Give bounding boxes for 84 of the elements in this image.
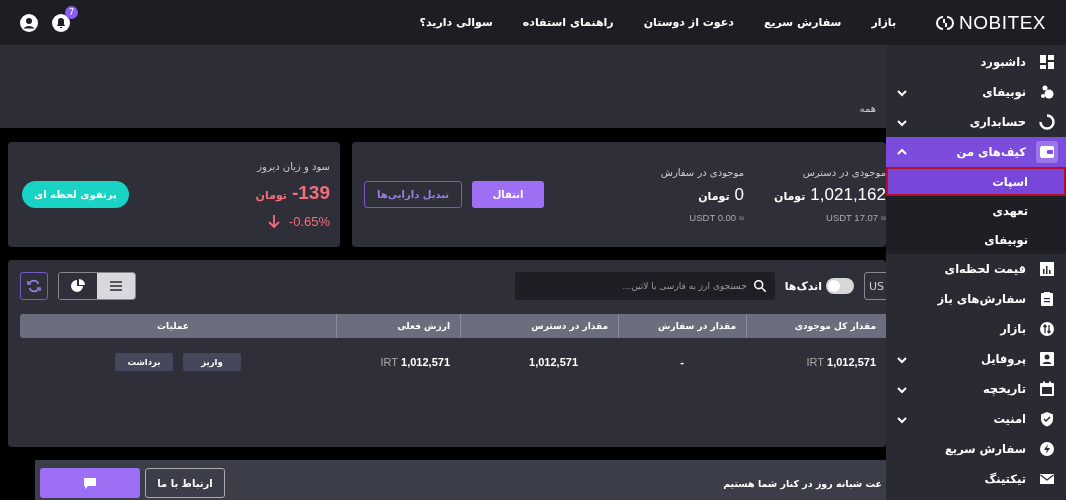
balance-label: موجودی در سفارش bbox=[660, 166, 744, 178]
sidebar-item[interactable]: بازار bbox=[886, 314, 1066, 344]
pnl-label: سود و زیان دیروز bbox=[255, 160, 330, 172]
exchange-icon bbox=[1039, 321, 1055, 337]
sidebar-item[interactable]: قیمت لحظه‌ای bbox=[886, 254, 1066, 284]
action-button[interactable]: برداشت bbox=[115, 353, 173, 371]
action-button[interactable]: واریز bbox=[183, 353, 241, 371]
column-header: مقدار کل موجودی bbox=[746, 314, 886, 338]
refresh-icon bbox=[26, 278, 42, 294]
pnl-percent: -0.65% bbox=[288, 213, 330, 229]
table-cell-text: IRT 1,012,571 bbox=[805, 356, 877, 368]
profile-icon bbox=[1039, 351, 1055, 367]
currency-unit: تومان bbox=[698, 189, 730, 203]
sidebar-item[interactable]: امنیت bbox=[886, 404, 1066, 434]
convert-button[interactable]: تبدیل دارایی‌ها bbox=[364, 181, 463, 208]
sidebar-item[interactable]: تیکتینگ bbox=[886, 464, 1066, 494]
sidebar-item[interactable]: داشبورد bbox=[886, 47, 1066, 77]
down-arrow-icon bbox=[266, 213, 281, 229]
sidebar-item[interactable]: کیف‌های من bbox=[886, 137, 1066, 167]
chat-button[interactable] bbox=[40, 468, 140, 498]
envelope-icon bbox=[1039, 471, 1055, 487]
dashboard-icon bbox=[1039, 54, 1055, 70]
chevron-down-icon bbox=[896, 354, 908, 364]
calendar-icon bbox=[1039, 381, 1055, 397]
sidebar-item[interactable]: حسابداری bbox=[886, 107, 1066, 137]
sidebar-item[interactable]: سفارش‌های باز bbox=[886, 284, 1066, 314]
search-field[interactable]: جستجوی ارز به فارسی یا لاتین... bbox=[514, 272, 775, 300]
balance-amount: 1,021,162 bbox=[810, 184, 886, 205]
sidebar-item[interactable]: نوبیفای bbox=[886, 77, 1066, 107]
currency-unit: تومان bbox=[774, 189, 806, 203]
nav-link[interactable]: راهنمای استفاده bbox=[522, 16, 614, 29]
bolt-icon bbox=[1039, 441, 1055, 457]
nav-link[interactable]: سفارش سریع bbox=[763, 16, 842, 29]
ring-icon bbox=[1039, 114, 1055, 130]
sidebar-subitem[interactable]: اسپات bbox=[886, 167, 1066, 196]
list-icon bbox=[108, 278, 124, 294]
clipboard-icon bbox=[1039, 291, 1055, 307]
column-header: مقدار در دسترس bbox=[460, 314, 618, 338]
chat-icon bbox=[82, 475, 98, 491]
table-cell-text: - bbox=[679, 356, 685, 368]
chevron-down-icon bbox=[896, 414, 908, 424]
balance-amount: 0 bbox=[734, 184, 744, 205]
pie-chart-icon bbox=[70, 278, 86, 294]
dots-icon bbox=[1039, 84, 1055, 100]
refresh-button[interactable] bbox=[20, 272, 48, 300]
toggle-switch[interactable] bbox=[826, 278, 854, 294]
balance-label: موجودی در دسترس bbox=[801, 166, 886, 178]
logo-icon bbox=[936, 14, 955, 31]
chevron-down-icon bbox=[896, 117, 908, 127]
sidebar-item[interactable]: سفارش سریع bbox=[886, 434, 1066, 464]
view-toggle[interactable] bbox=[97, 273, 135, 299]
sidebar-subitem[interactable]: نوبیفای bbox=[886, 225, 1066, 254]
chevron-down-icon bbox=[896, 384, 908, 394]
contact-button[interactable]: ارتباط با ما bbox=[145, 468, 225, 498]
sidebar-subitem[interactable]: تعهدی bbox=[886, 196, 1066, 225]
support-text: عت شبانه روز در کنار شما هستیم bbox=[723, 477, 882, 489]
chevron-up-icon bbox=[896, 147, 908, 157]
shield-icon bbox=[1039, 411, 1055, 427]
toggle-label: اندک‌ها bbox=[784, 279, 822, 293]
user-icon bbox=[20, 13, 38, 32]
table-cell-text: IRT 1,012,571 bbox=[379, 356, 451, 368]
usdt-equivalent: USDT 17.07 ≈ bbox=[825, 211, 886, 223]
transfer-button[interactable]: انتقال bbox=[472, 181, 545, 208]
sidebar-item[interactable]: پروفایل bbox=[886, 344, 1066, 374]
column-header: ارزش فعلی bbox=[336, 314, 460, 338]
wallet-icon bbox=[1039, 144, 1055, 160]
currency-unit: تومان bbox=[255, 188, 287, 202]
pnl-amount: -139 bbox=[291, 181, 330, 204]
logo[interactable]: NOBITEX bbox=[959, 11, 1046, 34]
bar-chart-icon bbox=[1039, 261, 1055, 277]
column-header: مقدار در سفارش bbox=[618, 314, 746, 338]
usdt-equivalent: USDT 0.00 ≈ bbox=[688, 211, 744, 223]
nav-link[interactable]: دعوت از دوستان bbox=[643, 16, 734, 29]
nav-link[interactable]: سوالی دارید؟ bbox=[419, 16, 493, 29]
sidebar-item[interactable]: تاریخچه bbox=[886, 374, 1066, 404]
table-cell-text: 1,012,571 bbox=[528, 356, 579, 368]
chevron-down-icon bbox=[896, 87, 908, 97]
bell-icon bbox=[52, 13, 70, 32]
nav-link[interactable]: بازار bbox=[871, 16, 897, 29]
currency-button[interactable]: US bbox=[864, 272, 886, 300]
filter-label[interactable]: همه bbox=[859, 103, 876, 114]
column-header: عملیات bbox=[156, 320, 190, 333]
notification-badge: 7 bbox=[65, 5, 78, 19]
search-icon bbox=[752, 279, 767, 293]
